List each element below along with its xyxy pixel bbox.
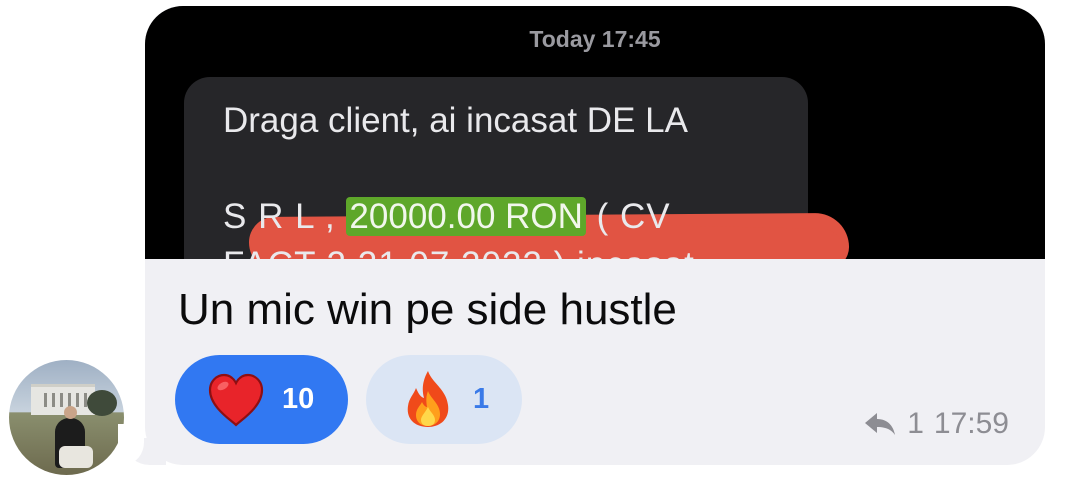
reaction-fire-button[interactable]: 1 xyxy=(366,355,522,444)
sender-avatar[interactable] xyxy=(9,360,124,475)
avatar-tree xyxy=(87,390,117,416)
replies-count[interactable]: 1 xyxy=(907,407,924,441)
message-bubble[interactable]: Today 17:45 Draga client, ai incasat DE … xyxy=(145,6,1045,465)
sms-line-1: Draga client, ai incasat DE LA xyxy=(223,101,688,140)
message-time: 17:59 xyxy=(933,407,1009,440)
sms-line-4-cropped: FACT 2 21 07 2022 ) incasat xyxy=(223,245,695,259)
sms-line-3-prefix: S R L , xyxy=(223,197,347,236)
avatar-person-pants xyxy=(59,446,93,468)
fire-icon xyxy=(407,371,449,427)
sms-bubble: Draga client, ai incasat DE LA S R L , 2… xyxy=(184,77,850,259)
reaction-heart-button[interactable]: 10 xyxy=(175,355,348,444)
red-heart-icon xyxy=(208,373,264,427)
reaction-heart-count: 10 xyxy=(282,383,315,415)
message-meta: 1 17:59 xyxy=(863,407,1009,441)
avatar-building xyxy=(31,384,95,415)
sms-timestamp: Today 17:45 xyxy=(529,26,661,52)
sms-line-3: S R L , 20000.00 RON ( CV xyxy=(223,197,671,237)
sms-line-3-suffix: ( CV xyxy=(585,197,671,236)
highlighted-amount: 20000.00 RON xyxy=(346,197,586,236)
message-photo[interactable]: Today 17:45 Draga client, ai incasat DE … xyxy=(145,6,1045,259)
message-caption: Un mic win pe side hustle xyxy=(178,285,677,334)
reaction-fire-count: 1 xyxy=(473,383,490,415)
reply-arrow-icon xyxy=(865,413,896,435)
